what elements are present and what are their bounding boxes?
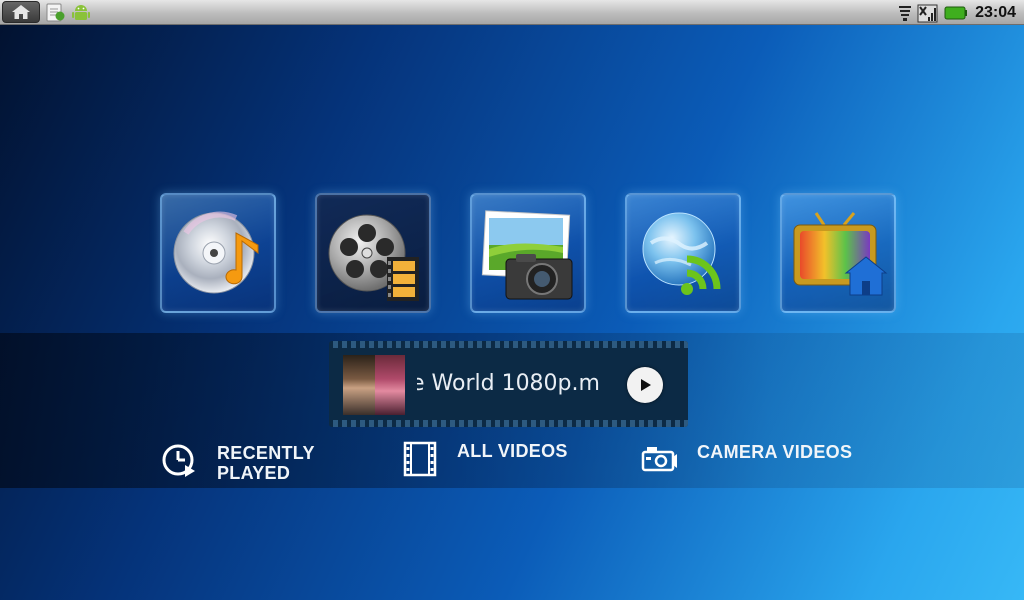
status-bar: 23:04 xyxy=(0,0,1024,25)
camcorder-icon xyxy=(641,447,677,472)
home-icon xyxy=(12,5,30,19)
tv-home-app-tile[interactable] xyxy=(780,193,896,313)
tv-home-icon xyxy=(793,212,888,296)
music-disc-icon xyxy=(173,211,259,294)
notes-notification-icon[interactable] xyxy=(44,1,66,23)
video-thumbnail[interactable] xyxy=(343,355,405,415)
recently-played-label: RECENTLY PLAYED xyxy=(217,443,315,483)
battery-icon xyxy=(944,6,968,19)
android-notification-icon[interactable] xyxy=(70,1,92,23)
music-app-tile[interactable] xyxy=(160,193,276,313)
clock: 23:04 xyxy=(975,3,1016,21)
film-perforations-top xyxy=(329,341,688,348)
photos-app-tile[interactable] xyxy=(470,193,586,313)
network-app-tile[interactable] xyxy=(625,193,741,313)
all-videos-button[interactable]: ALL VIDEOS xyxy=(403,441,568,477)
camera-videos-label: CAMERA VIDEOS xyxy=(697,442,853,462)
signal-icon xyxy=(917,4,938,22)
globe-rss-icon xyxy=(642,212,721,295)
now-playing-title: e World 1080p.m xyxy=(417,371,600,396)
all-videos-label: ALL VIDEOS xyxy=(457,441,568,461)
now-playing-card[interactable]: e World 1080p.m xyxy=(329,341,688,427)
play-icon xyxy=(641,379,651,391)
clock-play-icon xyxy=(162,444,195,477)
photo-camera-icon xyxy=(481,210,573,300)
home-button[interactable] xyxy=(2,1,40,23)
film-strip-icon xyxy=(403,441,437,477)
recently-played-button[interactable]: RECENTLY PLAYED xyxy=(161,443,327,483)
wifi-icon xyxy=(899,5,912,21)
camera-videos-button[interactable]: CAMERA VIDEOS xyxy=(641,442,852,474)
play-button[interactable] xyxy=(627,367,663,403)
film-perforations-bottom xyxy=(329,420,688,427)
film-reel-icon xyxy=(328,214,419,301)
app-launcher xyxy=(160,193,900,313)
videos-app-tile[interactable] xyxy=(315,193,431,313)
